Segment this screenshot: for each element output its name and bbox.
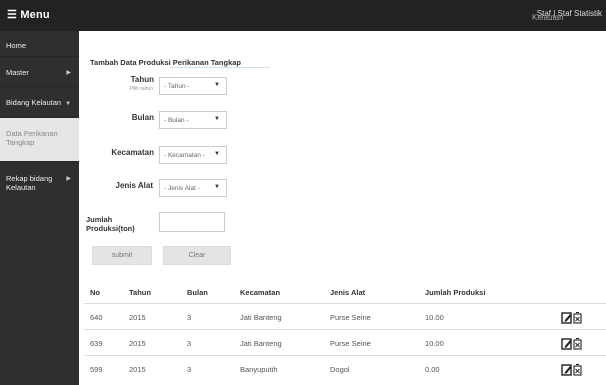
jenis-alat-select-value: - Jenis Alat - bbox=[164, 185, 200, 192]
sidebar-item-data-perikanan-tangkap[interactable]: Data Perikanan Tangkap bbox=[0, 118, 79, 162]
row-actions bbox=[561, 311, 582, 324]
table-header-no: No bbox=[90, 288, 100, 297]
cell-no: 639 bbox=[90, 339, 103, 348]
cell-bulan: 3 bbox=[187, 339, 192, 348]
edit-icon[interactable] bbox=[561, 364, 572, 376]
caret-down-icon: ▼ bbox=[65, 101, 72, 107]
row-actions bbox=[561, 337, 582, 350]
cell-tahun: 2015 bbox=[129, 339, 146, 348]
table-header-tahun: Tahun bbox=[129, 288, 151, 297]
edit-icon[interactable] bbox=[561, 312, 572, 324]
bulan-label: Bulan bbox=[131, 113, 154, 122]
kecamatan-select[interactable]: - Kecamatan - ▼ bbox=[159, 146, 227, 164]
sidebar-item-master[interactable]: Master ▶ bbox=[0, 57, 79, 87]
tahun-select-value: - Tahun - bbox=[164, 83, 190, 90]
chevron-right-icon: ▶ bbox=[66, 70, 71, 76]
sidebar-item-home[interactable]: Home bbox=[0, 31, 79, 57]
table-header-jumlah-produksi: Jumlah Produksi bbox=[425, 288, 486, 297]
edit-icon[interactable] bbox=[561, 338, 572, 350]
cell-jumlah-produksi: 10.00 bbox=[425, 339, 444, 348]
delete-icon[interactable] bbox=[573, 363, 582, 376]
user-role: Staf Statistik bbox=[557, 9, 602, 18]
cell-jumlah-produksi: 0.00 bbox=[425, 365, 440, 374]
bulan-select-value: - Bulan - bbox=[164, 117, 189, 124]
sidebar-item-label: Rekap bidang Kelautan bbox=[6, 174, 53, 192]
caret-down-icon: ▼ bbox=[214, 116, 220, 122]
cell-jenis-alat: Purse Seine bbox=[330, 313, 371, 322]
caret-down-icon: ▼ bbox=[214, 184, 220, 190]
top-navbar: ☰ Menu Staf | Staf Statistik Kelautan bbox=[0, 0, 606, 31]
caret-down-icon: ▼ bbox=[214, 82, 220, 88]
table-divider bbox=[84, 303, 606, 304]
clear-button[interactable]: Clear bbox=[163, 246, 231, 265]
cell-bulan: 3 bbox=[187, 365, 192, 374]
kecamatan-label: Kecamatan bbox=[111, 148, 154, 157]
jumlah-produksi-label: Jumlah Produksi(ton) bbox=[86, 215, 135, 233]
sidebar-item-label: Home bbox=[6, 41, 27, 50]
delete-icon[interactable] bbox=[573, 337, 582, 350]
form-title: Tambah Data Produksi Perikanan Tangkap bbox=[90, 58, 242, 67]
cell-no: 599 bbox=[90, 365, 103, 374]
table-header-jenis-alat: Jenis Alat bbox=[330, 288, 366, 297]
tahun-select[interactable]: - Tahun - ▼ bbox=[159, 77, 227, 95]
jumlah-produksi-input[interactable] bbox=[159, 212, 225, 232]
table-divider bbox=[84, 355, 606, 356]
sidebar-item-label: Data Perikanan Tangkap bbox=[6, 129, 58, 147]
user-dept: Kelautan bbox=[532, 13, 564, 22]
table-header-kecamatan: Kecamatan bbox=[240, 288, 281, 297]
cell-jenis-alat: Dogol bbox=[330, 365, 350, 374]
tahun-label: Tahun bbox=[130, 75, 154, 84]
cell-kecamatan: Jati Banteng bbox=[240, 339, 282, 348]
sidebar-item-label: Master bbox=[6, 68, 29, 77]
sidebar-item-rekap-bidang-kelautan[interactable]: Rekap bidang Kelautan ▶ bbox=[0, 162, 79, 202]
cell-jenis-alat: Purse Seine bbox=[330, 339, 371, 348]
cell-tahun: 2015 bbox=[129, 365, 146, 374]
kecamatan-select-value: - Kecamatan - bbox=[164, 152, 205, 159]
bulan-select[interactable]: - Bulan - ▼ bbox=[159, 111, 227, 129]
table-divider bbox=[84, 329, 606, 330]
cell-no: 640 bbox=[90, 313, 103, 322]
jenis-alat-select[interactable]: - Jenis Alat - ▼ bbox=[159, 179, 227, 197]
title-underline bbox=[170, 67, 270, 68]
jenis-alat-label: Jenis Alat bbox=[115, 181, 154, 190]
table-header-bulan: Bulan bbox=[187, 288, 208, 297]
cell-kecamatan: Banyuputih bbox=[240, 365, 278, 374]
submit-button[interactable]: submit bbox=[92, 246, 152, 265]
caret-down-icon: ▼ bbox=[214, 151, 220, 157]
cell-jumlah-produksi: 10.00 bbox=[425, 313, 444, 322]
cell-bulan: 3 bbox=[187, 313, 192, 322]
cell-kecamatan: Jati Banteng bbox=[240, 313, 282, 322]
menu-toggle-button[interactable]: ☰ Menu bbox=[7, 8, 50, 21]
user-info[interactable]: Staf | Staf Statistik Kelautan bbox=[532, 9, 602, 22]
cell-tahun: 2015 bbox=[129, 313, 146, 322]
sidebar: Home Master ▶ Bidang Kelautan ▼ Data Per… bbox=[0, 31, 79, 385]
row-actions bbox=[561, 363, 582, 376]
sidebar-item-label: Bidang Kelautan bbox=[6, 98, 62, 107]
sidebar-item-bidang-kelautan[interactable]: Bidang Kelautan ▼ bbox=[0, 87, 79, 118]
chevron-right-icon: ▶ bbox=[66, 176, 71, 182]
delete-icon[interactable] bbox=[573, 311, 582, 324]
tahun-hint: Pilih tahun bbox=[129, 86, 153, 92]
